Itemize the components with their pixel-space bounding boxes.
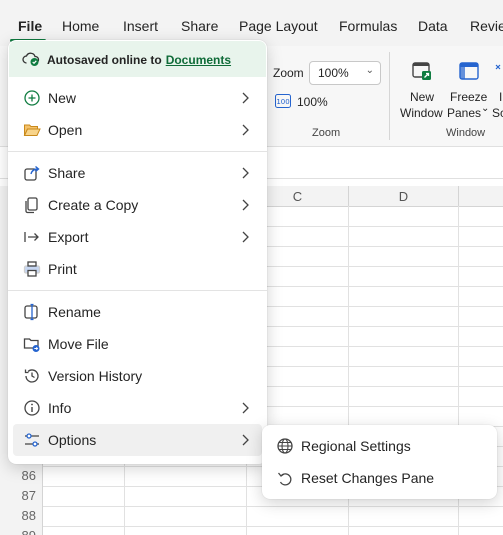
row-header[interactable]: 86 xyxy=(0,466,43,486)
menu-item-move-file[interactable]: Move File xyxy=(13,328,262,360)
documents-link[interactable]: Documents xyxy=(166,53,231,67)
move-file-icon xyxy=(23,335,41,353)
submenu-item-reset-changes-pane[interactable]: Reset Changes Pane xyxy=(266,462,493,494)
print-icon xyxy=(23,260,41,278)
row-header[interactable]: 87 xyxy=(0,486,43,506)
chevron-right-icon xyxy=(240,197,252,213)
freeze-panes-button[interactable]: Freeze Panes ⌄ xyxy=(447,58,491,122)
globe-icon xyxy=(276,437,294,455)
tab-home[interactable]: Home xyxy=(62,18,99,34)
chevron-right-icon xyxy=(240,229,252,245)
rename-icon xyxy=(23,303,41,321)
new-window-icon xyxy=(411,60,433,87)
chevron-right-icon xyxy=(240,90,252,106)
menu-item-label: Share xyxy=(48,165,86,181)
chevron-right-icon xyxy=(240,400,252,416)
new-window-label-2: Window xyxy=(400,106,443,120)
freeze-panes-label-2: Panes xyxy=(447,106,482,120)
share-icon xyxy=(23,164,41,182)
tab-formulas[interactable]: Formulas xyxy=(339,18,397,34)
menu-item-info[interactable]: Info xyxy=(13,392,262,424)
chevron-right-icon xyxy=(240,122,252,138)
chevron-down-icon: ⌄ xyxy=(481,103,490,114)
options-icon xyxy=(23,431,41,449)
menu-item-create-copy[interactable]: Create a Copy xyxy=(13,189,262,221)
partial-ribbon-label-2: Sc xyxy=(492,106,503,120)
menu-item-options[interactable]: Options xyxy=(13,424,262,456)
menu-item-print[interactable]: Print xyxy=(13,253,262,285)
menu-item-label: Export xyxy=(48,229,89,245)
menu-item-label: Options xyxy=(48,432,97,448)
group-divider xyxy=(389,52,390,140)
svg-text:100: 100 xyxy=(276,98,289,106)
menu-item-share[interactable]: Share xyxy=(13,157,262,189)
zoom-group-label: Zoom xyxy=(312,127,341,139)
menu-item-label: Info xyxy=(48,400,72,416)
info-icon xyxy=(23,399,41,417)
tab-page-layout[interactable]: Page Layout xyxy=(239,18,318,34)
zoom-label: Zoom xyxy=(273,66,304,80)
menu-item-label: Version History xyxy=(48,368,143,384)
options-submenu: Regional Settings Reset Changes Pane xyxy=(262,425,497,499)
history-icon xyxy=(23,367,41,385)
tab-data[interactable]: Data xyxy=(418,18,448,34)
menu-item-label: Create a Copy xyxy=(48,197,139,213)
menu-item-open[interactable]: Open xyxy=(13,114,262,146)
zoom-value: 100% xyxy=(318,66,349,80)
menu-item-version-history[interactable]: Version History xyxy=(13,360,262,392)
copy-icon xyxy=(23,196,41,214)
table-row: 89 xyxy=(0,526,503,535)
freeze-panes-label-1: Freeze xyxy=(450,90,488,104)
autosave-status: Autosaved online to Documents xyxy=(47,53,231,67)
menu-item-export[interactable]: Export xyxy=(13,221,262,253)
tab-review[interactable]: Revie xyxy=(470,18,503,34)
menu-divider xyxy=(8,151,267,152)
tab-share[interactable]: Share xyxy=(181,18,218,34)
column-header-e[interactable] xyxy=(459,186,503,207)
menu-item-rename[interactable]: Rename xyxy=(13,296,262,328)
autosave-banner: Autosaved online to Documents xyxy=(9,41,266,77)
zoom-100-icon[interactable]: 100 xyxy=(275,94,291,108)
chevron-right-icon xyxy=(240,432,252,448)
menu-item-label: Open xyxy=(48,122,83,138)
chevron-right-icon xyxy=(240,165,252,181)
menu-item-label: Regional Settings xyxy=(301,438,411,454)
chevron-down-icon: ⌄ xyxy=(365,65,374,76)
undo-icon xyxy=(276,469,294,487)
file-menu: Autosaved online to Documents New Open Sh… xyxy=(8,40,267,464)
submenu-item-regional-settings[interactable]: Regional Settings xyxy=(266,430,493,462)
menu-item-label: Reset Changes Pane xyxy=(301,470,435,486)
table-row: 88 xyxy=(0,506,503,527)
new-window-label-1: New xyxy=(410,90,435,104)
partial-ribbon-label-1: I xyxy=(499,90,503,104)
cloud-check-icon xyxy=(22,51,40,72)
menu-item-label: Print xyxy=(48,261,77,277)
export-icon xyxy=(23,228,41,246)
plus-circle-icon xyxy=(23,89,41,107)
folder-open-icon xyxy=(23,121,41,139)
menu-item-label: New xyxy=(48,90,77,106)
autosave-text: Autosaved online to xyxy=(47,53,162,67)
tab-insert[interactable]: Insert xyxy=(123,18,158,34)
column-header-d[interactable]: D xyxy=(349,186,459,207)
zoom-100-button[interactable]: 100% xyxy=(297,95,328,109)
row-header[interactable]: 88 xyxy=(0,506,43,526)
partial-ribbon-icon xyxy=(494,61,503,86)
new-window-button[interactable]: New Window xyxy=(398,58,444,122)
row-header[interactable]: 89 xyxy=(0,526,43,535)
menu-item-new[interactable]: New xyxy=(13,82,262,114)
menu-item-label: Rename xyxy=(48,304,101,320)
menu-item-label: Move File xyxy=(48,336,109,352)
window-group-label: Window xyxy=(446,127,486,139)
freeze-panes-icon xyxy=(458,60,480,87)
menu-divider xyxy=(8,290,267,291)
tab-file[interactable]: File xyxy=(18,18,42,34)
zoom-select[interactable]: 100% ⌄ xyxy=(309,61,381,85)
